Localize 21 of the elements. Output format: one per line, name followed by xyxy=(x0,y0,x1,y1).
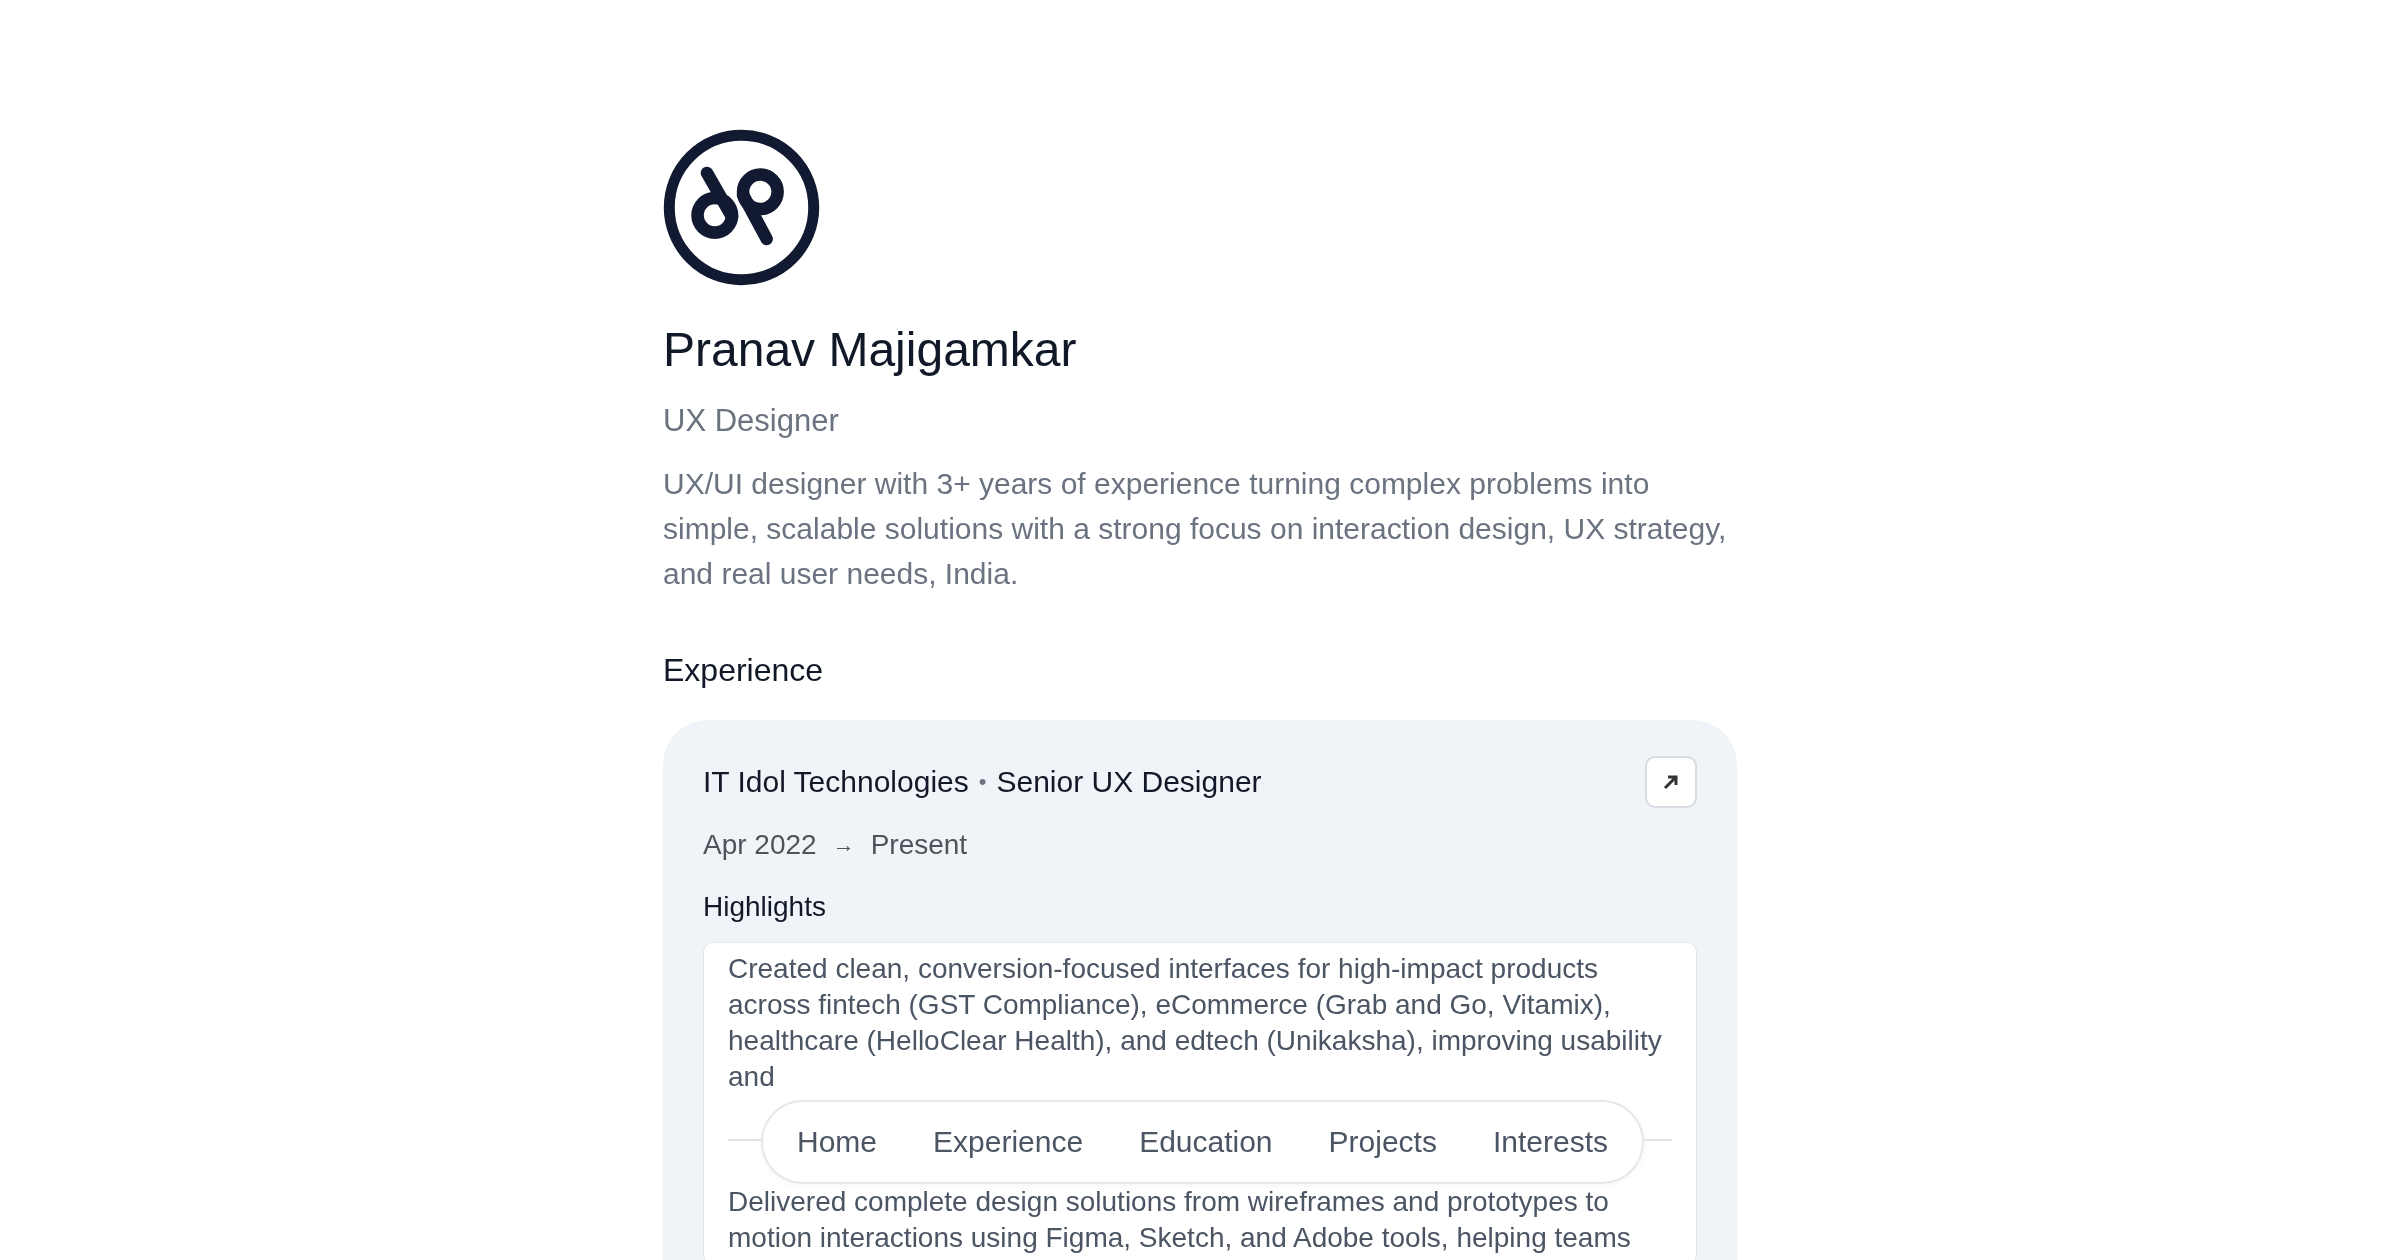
company-name: IT Idol Technologies xyxy=(703,764,969,800)
arrow-text: → xyxy=(832,831,855,859)
highlights-heading: Highlights xyxy=(703,890,827,924)
job-title: UX Designer xyxy=(663,403,839,439)
nav-link[interactable]: Home xyxy=(797,1125,878,1159)
bio-text: UX/UI designer with 3+ years of experience turning complex problems into simple, scalable solutions with a strong focus on interaction design, UX strategy, and real user needs, India. xyxy=(663,466,1728,592)
nav-link[interactable]: Interests xyxy=(1492,1125,1608,1159)
logo-icon xyxy=(663,129,820,286)
arrow-icon xyxy=(1662,773,1680,791)
nav-link[interactable]: Experience xyxy=(933,1125,1084,1159)
end-date: Present xyxy=(870,828,968,862)
position-title: Senior UX Designer xyxy=(996,764,1262,800)
person-name: Pranav Majigamkar xyxy=(663,322,1077,378)
nav-link[interactable]: Education xyxy=(1139,1125,1273,1159)
section-heading: Experience xyxy=(663,652,825,689)
external-link-button[interactable] xyxy=(1645,756,1697,808)
nav-link[interactable]: Projects xyxy=(1328,1125,1437,1159)
start-date: Apr 2022 xyxy=(703,828,817,862)
highlight-text: Created clean, conversion-focused interfaces for high-impact products across fintech (GST Compliance), eCommerce (Grab and Go, Vitamix), healthcare (HelloClear Health), and edtech (Unikaksha), improving usability and xyxy=(728,952,1663,1094)
separator-dot: • xyxy=(978,768,987,796)
highlight-text: Delivered complete design solutions from wireframes and prototypes to motion interactions using Figma, Sketch, and Adobe tools, helping teams xyxy=(728,1185,1632,1255)
